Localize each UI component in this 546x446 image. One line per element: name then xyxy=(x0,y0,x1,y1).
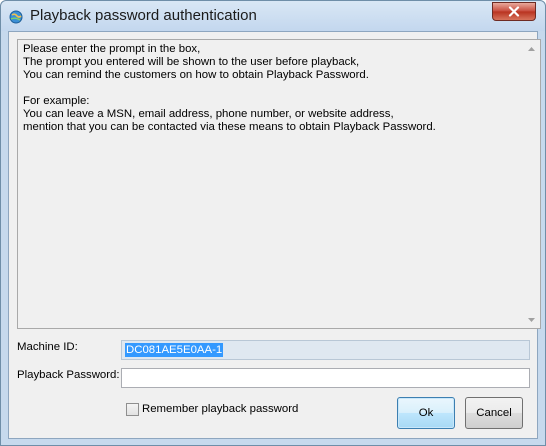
playback-password-label: Playback Password: xyxy=(17,369,120,381)
machine-id-label: Machine ID: xyxy=(17,341,78,353)
prompt-text: Please enter the prompt in the box, The … xyxy=(23,43,436,133)
machine-id-value: DC081AE5E0AA-1 xyxy=(125,343,224,357)
app-globe-icon xyxy=(9,9,23,24)
window-title: Playback password authentication xyxy=(30,7,257,24)
playback-password-input[interactable] xyxy=(121,368,530,388)
cancel-button[interactable]: Cancel xyxy=(465,397,523,429)
prompt-textarea[interactable]: Please enter the prompt in the box, The … xyxy=(17,39,541,329)
ok-button[interactable]: Ok xyxy=(397,397,455,429)
dialog-content: Please enter the prompt in the box, The … xyxy=(8,31,541,439)
scroll-down-button[interactable] xyxy=(523,311,540,328)
vertical-scrollbar[interactable] xyxy=(523,40,540,328)
close-button[interactable] xyxy=(492,2,536,21)
scroll-up-arrow-icon xyxy=(528,46,535,51)
title-bar[interactable]: Playback password authentication xyxy=(1,1,545,31)
remember-password-checkbox[interactable] xyxy=(126,403,139,416)
scroll-down-arrow-icon xyxy=(528,317,535,322)
dialog-window: Playback password authentication Please … xyxy=(0,0,546,446)
machine-id-field[interactable]: DC081AE5E0AA-1 xyxy=(121,340,530,360)
scroll-up-button[interactable] xyxy=(523,40,540,57)
close-icon xyxy=(508,6,520,17)
remember-password-label[interactable]: Remember playback password xyxy=(142,403,298,415)
